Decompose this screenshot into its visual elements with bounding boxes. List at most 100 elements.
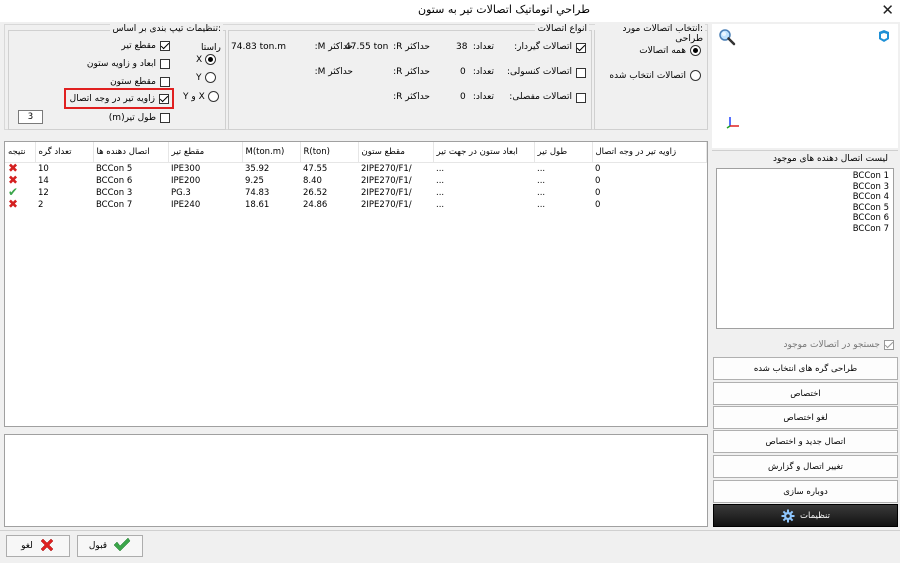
cell-column-dims: ... <box>436 175 445 186</box>
cantilever-connection-checkbox[interactable] <box>576 68 586 78</box>
assign-button[interactable]: اختصاص <box>713 382 898 405</box>
output-panel <box>4 434 708 527</box>
new-connection-assign-button[interactable]: اتصال جدید و اختصاص <box>713 430 898 453</box>
cell-angle: 0 <box>595 163 601 174</box>
cell-length: ... <box>537 163 546 174</box>
beam-length-input[interactable]: 3 <box>18 110 43 124</box>
close-icon[interactable]: ✕ <box>881 1 894 19</box>
header-result[interactable]: نتیجه <box>5 142 36 163</box>
cancel-x-icon <box>39 537 55 556</box>
connector-list-item[interactable]: BCCon 5 <box>721 203 889 214</box>
connector-list-item[interactable]: BCCon 4 <box>721 192 889 203</box>
connector-list-item[interactable]: BCCon 3 <box>721 182 889 193</box>
radio-direction-xy[interactable]: X و Y <box>183 91 219 102</box>
zoom-icon[interactable] <box>718 28 736 46</box>
cell-beam: IPE240 <box>171 199 201 210</box>
cell-nodes: 14 <box>38 175 49 186</box>
header-shear[interactable]: R(ton) <box>300 142 359 163</box>
header-column-dims[interactable]: ابعاد ستون در جهت تیر <box>433 142 535 163</box>
radio-all-indicator[interactable] <box>690 45 701 56</box>
max-r-label: حداکثر R: <box>393 42 430 52</box>
change-connection-report-button[interactable]: تغییر اتصال و گزارش <box>713 455 898 478</box>
column-section-checkbox[interactable] <box>160 77 170 87</box>
table-row[interactable]: ✔ 12 BCCon 3 PG.3 74.83 26.52 2IPE270/F1/.....… <box>5 186 707 199</box>
beam-angle-label: زاویه تیر در وجه اتصال <box>69 93 155 104</box>
count-label: تعداد: <box>472 92 494 102</box>
ok-label: قبول <box>88 541 108 551</box>
connector-list-item[interactable]: BCCon 6 <box>721 213 889 224</box>
connector-list-item[interactable]: BCCon 1 <box>721 171 889 182</box>
radio-direction-x[interactable]: X <box>196 54 217 65</box>
results-table: نتیجه تعداد گره اتصال دهنده ها مقطع تیر … <box>5 142 707 211</box>
header-moment[interactable]: M(ton.m) <box>242 142 301 163</box>
cell-angle: 0 <box>595 199 601 210</box>
cancel-label: لغو <box>21 541 33 551</box>
radio-selected-connections[interactable]: اتصالات انتخاب شده <box>609 70 701 81</box>
cell-shear: 47.55 <box>303 163 328 174</box>
max-m-label: حداکثر M: <box>314 67 353 77</box>
option-column-dims[interactable]: ابعاد و زاویه ستون <box>78 59 170 69</box>
rebuild-button[interactable]: دوباره سازی <box>713 480 898 503</box>
direction-x-indicator[interactable] <box>205 54 217 65</box>
table-row[interactable]: ✖ 14 BCCon 6 IPE200 9.25 8.40 2IPE270/F1/.....… <box>5 174 707 187</box>
beam-length-checkbox[interactable] <box>160 113 170 123</box>
table-row[interactable]: ✖ 10 BCCon 5 IPE300 35.92 47.55 2IPE270/F1/...… <box>5 162 707 175</box>
beam-angle-checkbox[interactable] <box>159 93 169 104</box>
header-length[interactable]: طول تیر <box>534 142 593 163</box>
cell-moment: 74.83 <box>245 187 270 198</box>
axis-triad-icon <box>726 115 740 129</box>
radio-selected-label: اتصالات انتخاب شده <box>609 70 686 81</box>
settings-label: تنظیمات <box>800 510 830 521</box>
design-selected-button[interactable]: طراحی گره های انتخاب شده <box>713 357 898 380</box>
option-beam-section[interactable]: مقطع تیر <box>78 41 170 51</box>
direction-x-label: X <box>196 54 203 65</box>
max-m-label: حداکثر M: <box>314 42 353 52</box>
count-label: تعداد: <box>472 67 494 77</box>
header-connector[interactable]: اتصال دهنده ها <box>93 142 169 163</box>
column-section-label: مقطع ستون <box>110 77 156 87</box>
cell-connector: BCCon 3 <box>96 187 133 198</box>
settings-button[interactable]: تنظیمات <box>713 504 898 527</box>
header-column[interactable]: مقطع ستون <box>358 142 434 163</box>
pinned-connection-label: اتصالات مفصلی: <box>509 92 572 102</box>
search-existing-option[interactable]: جستجو در اتصالات موجود <box>783 340 894 350</box>
cell-connector: BCCon 7 <box>96 199 133 210</box>
column-dims-checkbox[interactable] <box>160 59 170 69</box>
unassign-button[interactable]: لغو اختصاص <box>713 406 898 429</box>
count-label: تعداد: <box>472 42 494 52</box>
radio-selected-indicator[interactable] <box>690 70 701 81</box>
results-table-panel: نتیجه تعداد گره اتصال دهنده ها مقطع تیر … <box>4 141 708 427</box>
cell-moment: 18.61 <box>245 199 270 210</box>
cancel-button[interactable]: لغو <box>6 535 70 557</box>
option-beam-length[interactable]: طول تیر(m) <box>78 113 170 123</box>
cell-column-dims: ... <box>436 163 445 174</box>
connector-list-item[interactable]: BCCon 7 <box>721 224 889 235</box>
direction-xy-label: X و Y <box>183 91 205 102</box>
connector-listbox[interactable]: BCCon 1 BCCon 3 BCCon 4 BCCon 5 BCCon 6 BCCon… <box>716 168 894 329</box>
option-column-section[interactable]: مقطع ستون <box>78 77 170 87</box>
table-row[interactable]: ✖ 2 BCCon 7 IPE240 18.61 24.86 2IPE270/F1/....… <box>5 198 707 211</box>
ok-button[interactable]: قبول <box>77 535 143 557</box>
radio-direction-y[interactable]: Y <box>196 72 216 83</box>
cell-shear: 8.40 <box>303 175 322 186</box>
header-angle[interactable]: زاویه تیر در وجه اتصال <box>592 142 707 163</box>
direction-xy-indicator[interactable] <box>207 91 219 102</box>
radio-all-connections[interactable]: همه اتصالات <box>639 45 701 56</box>
connector-list-title: لیست اتصال دهنده های موجود <box>773 154 888 164</box>
cell-beam: IPE300 <box>171 163 201 174</box>
connection-types-title: انواع اتصالات <box>535 24 589 34</box>
connection-type-row: اتصالات گیردار: تعداد: 38 حداکثر R: 47.5… <box>228 42 590 54</box>
search-existing-checkbox[interactable] <box>884 340 894 350</box>
pinned-connection-checkbox[interactable] <box>576 93 586 103</box>
cell-result: ✖ <box>5 198 35 211</box>
table-body: ✖ 10 BCCon 5 IPE300 35.92 47.55 2IPE270/F1/...… <box>5 162 707 211</box>
count-value: 38 <box>456 42 468 52</box>
view-cube-icon[interactable] <box>876 28 892 44</box>
moment-connection-checkbox[interactable] <box>576 43 586 53</box>
option-beam-angle-highlighted[interactable]: زاویه تیر در وجه اتصال <box>64 88 174 109</box>
direction-y-label: Y <box>196 72 202 83</box>
beam-section-checkbox[interactable] <box>160 41 170 51</box>
header-nodes[interactable]: تعداد گره <box>35 142 94 163</box>
direction-y-indicator[interactable] <box>204 72 216 83</box>
header-beam[interactable]: مقطع تیر <box>168 142 243 163</box>
